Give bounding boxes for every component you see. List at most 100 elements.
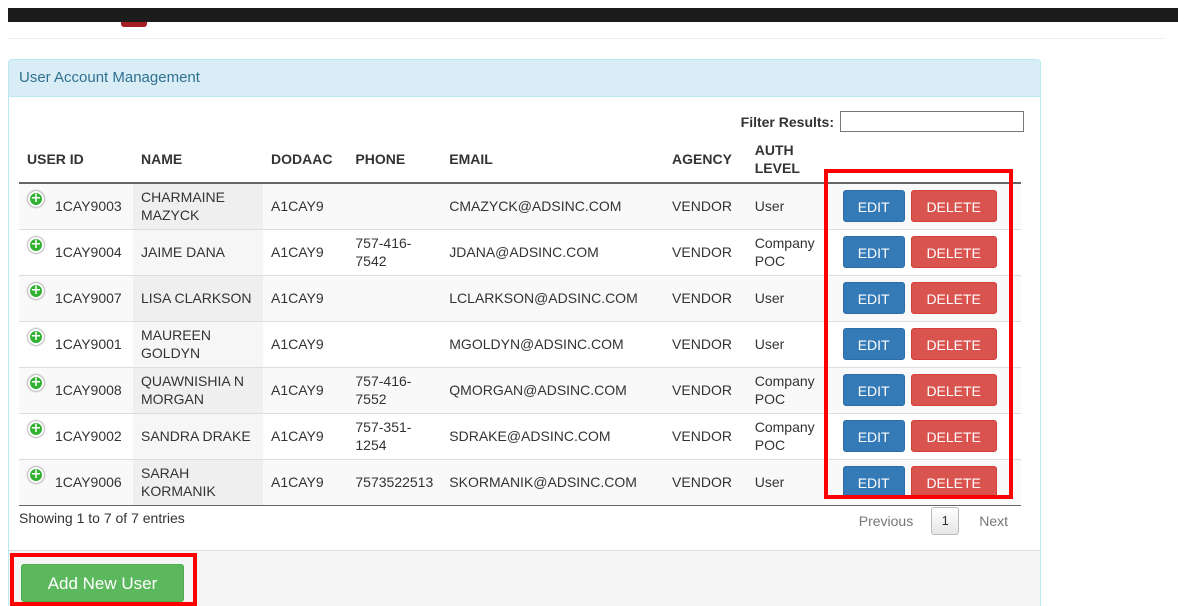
expand-row-icon[interactable]: + bbox=[28, 191, 44, 207]
edit-button[interactable]: EDIT bbox=[842, 420, 905, 452]
cell-phone bbox=[347, 321, 442, 368]
cell-agency: VENDOR bbox=[664, 459, 747, 506]
delete-button[interactable]: DELETE bbox=[910, 190, 997, 223]
add-new-user-button[interactable]: Add New User bbox=[21, 564, 184, 602]
cell-user-id: +1CAY9001 bbox=[19, 321, 133, 368]
cell-name: JAIME DANA bbox=[133, 229, 263, 276]
cell-email: JDANA@ADSINC.COM bbox=[441, 229, 665, 276]
cell-user-id: +1CAY9008 bbox=[19, 367, 133, 414]
expand-row-icon[interactable]: + bbox=[28, 328, 44, 345]
expand-row-icon[interactable]: + bbox=[28, 466, 44, 483]
cell-dodaac: A1CAY9 bbox=[263, 229, 348, 276]
edit-button[interactable]: EDIT bbox=[842, 190, 905, 223]
cell-auth-level: Company POC bbox=[746, 367, 823, 414]
edit-button[interactable]: EDIT bbox=[842, 328, 905, 360]
table-row: +1CAY9001 MAUREEN GOLDYN A1CAY9 MGOLDYN@ADS… bbox=[19, 321, 1021, 368]
cell-agency: VENDOR bbox=[664, 413, 747, 460]
table-header-row: USER ID NAME DODAAC PHONE EMAIL AGENCY A… bbox=[19, 136, 1021, 184]
cell-dodaac: A1CAY9 bbox=[263, 367, 348, 414]
column-header-email[interactable]: EMAIL bbox=[441, 136, 665, 184]
filter-input[interactable] bbox=[840, 111, 1024, 132]
delete-button[interactable]: DELETE bbox=[910, 374, 997, 406]
expand-row-icon[interactable]: + bbox=[28, 236, 44, 253]
column-header-dodaac[interactable]: DODAAC bbox=[263, 136, 348, 184]
column-header-agency[interactable]: AGENCY bbox=[664, 136, 747, 184]
pagination: Previous 1 Next bbox=[859, 507, 1008, 535]
cell-auth-level: Company POC bbox=[746, 413, 823, 460]
table-row: +1CAY9006 SARAH KORMANIK A1CAY9 7573522513 S… bbox=[19, 459, 1021, 506]
header-divider bbox=[8, 38, 1164, 39]
user-id-text: 1CAY9001 bbox=[55, 336, 122, 352]
delete-button[interactable]: DELETE bbox=[910, 420, 997, 452]
cell-dodaac: A1CAY9 bbox=[263, 413, 348, 460]
cell-agency: VENDOR bbox=[664, 275, 747, 322]
column-header-user-id[interactable]: USER ID bbox=[19, 136, 133, 184]
edit-button[interactable]: EDIT bbox=[842, 282, 905, 314]
table-info: Showing 1 to 7 of 7 entries bbox=[19, 510, 185, 526]
edit-button[interactable]: EDIT bbox=[842, 236, 905, 268]
table-row: +1CAY9007 LISA CLARKSON A1CAY9 LCLARKSON@AD… bbox=[19, 275, 1021, 322]
table-row: +1CAY9003 CHARMAINE MAZYCK A1CAY9 CMAZYCK@A… bbox=[19, 183, 1021, 230]
pagination-page-current[interactable]: 1 bbox=[931, 507, 960, 535]
cell-phone bbox=[347, 275, 442, 322]
pagination-next[interactable]: Next bbox=[979, 513, 1008, 529]
cell-email: MGOLDYN@ADSINC.COM bbox=[441, 321, 665, 368]
user-id-text: 1CAY9004 bbox=[55, 244, 122, 260]
edit-button[interactable]: EDIT bbox=[842, 466, 905, 498]
column-header-phone[interactable]: PHONE bbox=[347, 136, 442, 184]
cell-dodaac: A1CAY9 bbox=[263, 321, 348, 368]
cell-agency: VENDOR bbox=[664, 367, 747, 414]
delete-button[interactable]: DELETE bbox=[910, 236, 997, 268]
cell-actions: EDIT DELETE bbox=[822, 321, 1021, 368]
cell-auth-level: User bbox=[746, 459, 823, 506]
expand-row-icon[interactable]: + bbox=[28, 282, 44, 299]
cell-name: MAUREEN GOLDYN bbox=[133, 321, 263, 368]
table-row: +1CAY9002 SANDRA DRAKE A1CAY9 757-351-1254 S… bbox=[19, 413, 1021, 460]
cell-agency: VENDOR bbox=[664, 321, 747, 368]
cell-phone: 757-351-1254 bbox=[347, 413, 442, 460]
cell-actions: EDIT DELETE bbox=[822, 183, 1021, 230]
cell-name: CHARMAINE MAZYCK bbox=[133, 183, 263, 230]
cell-actions: EDIT DELETE bbox=[822, 275, 1021, 322]
user-id-text: 1CAY9006 bbox=[55, 474, 122, 490]
filter-label: Filter Results: bbox=[740, 113, 834, 130]
cell-phone: 757-416-7552 bbox=[347, 367, 442, 414]
column-header-name[interactable]: NAME bbox=[133, 136, 263, 184]
cell-phone: 757-416-7542 bbox=[347, 229, 442, 276]
cell-dodaac: A1CAY9 bbox=[263, 275, 348, 322]
cell-email: LCLARKSON@ADSINC.COM bbox=[441, 275, 665, 322]
cell-dodaac: A1CAY9 bbox=[263, 459, 348, 506]
edit-button[interactable]: EDIT bbox=[842, 374, 905, 406]
cell-actions: EDIT DELETE bbox=[822, 367, 1021, 414]
expand-row-icon[interactable]: + bbox=[28, 420, 44, 437]
users-table: USER ID NAME DODAAC PHONE EMAIL AGENCY A… bbox=[19, 136, 1021, 506]
cell-name: LISA CLARKSON bbox=[133, 275, 263, 322]
cell-actions: EDIT DELETE bbox=[822, 229, 1021, 276]
panel-title: User Account Management bbox=[9, 60, 1040, 97]
cell-user-id: +1CAY9002 bbox=[19, 413, 133, 460]
cell-email: CMAZYCK@ADSINC.COM bbox=[441, 183, 665, 230]
table-row: +1CAY9004 JAIME DANA A1CAY9 757-416-7542 JDA… bbox=[19, 229, 1021, 276]
column-header-auth-level[interactable]: AUTH LEVEL bbox=[746, 136, 823, 184]
cell-agency: VENDOR bbox=[664, 229, 747, 276]
cell-actions: EDIT DELETE bbox=[822, 413, 1021, 460]
cell-name: SANDRA DRAKE bbox=[133, 413, 263, 460]
table-row: +1CAY9008 QUAWNISHIA N MORGAN A1CAY9 757-41… bbox=[19, 367, 1021, 414]
column-header-actions bbox=[822, 136, 1021, 184]
cell-auth-level: Company POC bbox=[746, 229, 823, 276]
cell-auth-level: User bbox=[746, 275, 823, 322]
delete-button[interactable]: DELETE bbox=[910, 466, 997, 498]
panel-footer: Add New User bbox=[9, 550, 1040, 606]
delete-button[interactable]: DELETE bbox=[910, 282, 997, 314]
cell-user-id: +1CAY9004 bbox=[19, 229, 133, 276]
cell-email: SDRAKE@ADSINC.COM bbox=[441, 413, 665, 460]
pagination-previous[interactable]: Previous bbox=[859, 513, 913, 529]
users-table-body: +1CAY9003 CHARMAINE MAZYCK A1CAY9 CMAZYCK@A… bbox=[19, 183, 1021, 506]
top-navbar bbox=[8, 8, 1178, 22]
cell-email: SKORMANIK@ADSINC.COM bbox=[441, 459, 665, 506]
expand-row-icon[interactable]: + bbox=[28, 374, 44, 391]
user-id-text: 1CAY9002 bbox=[55, 428, 122, 444]
user-id-text: 1CAY9003 bbox=[55, 198, 122, 215]
cell-name: QUAWNISHIA N MORGAN bbox=[133, 367, 263, 414]
delete-button[interactable]: DELETE bbox=[910, 328, 997, 360]
